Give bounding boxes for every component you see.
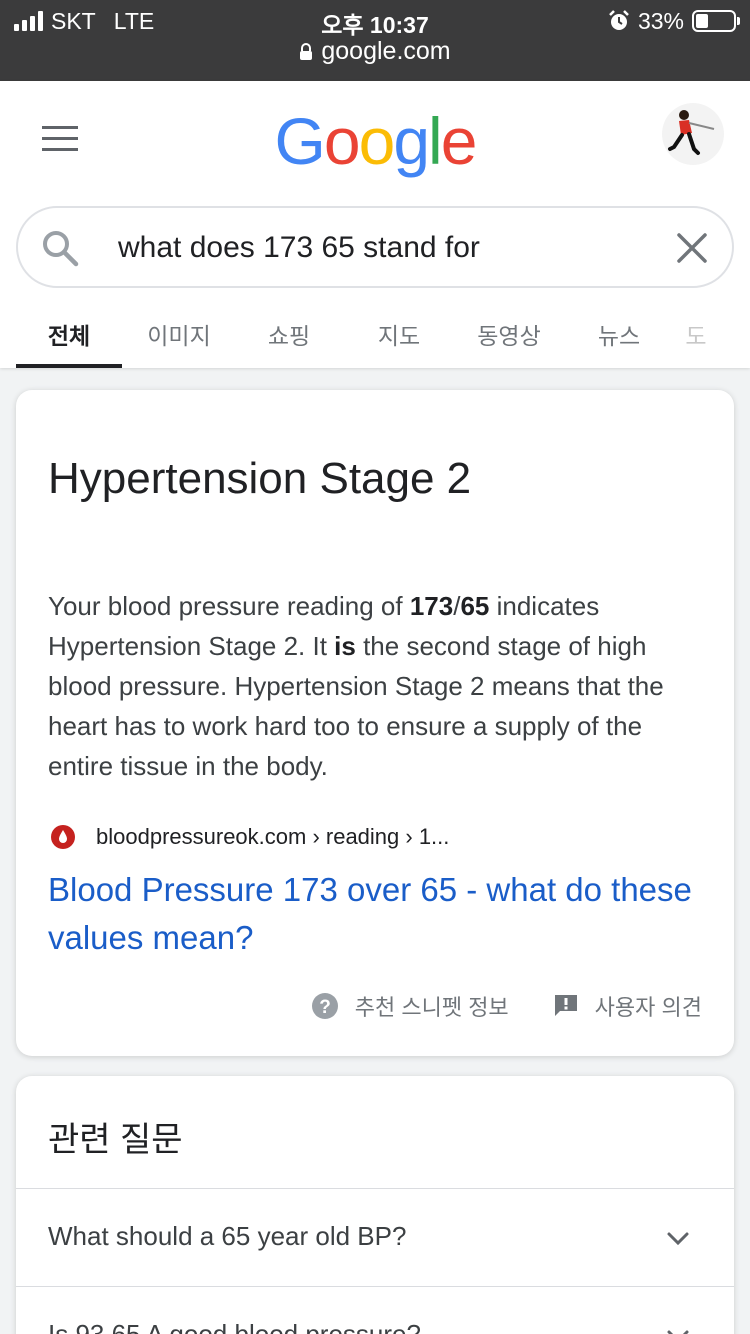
close-icon[interactable] bbox=[674, 230, 710, 266]
about-snippets-label: 추천 스니펫 정보 bbox=[354, 995, 509, 1020]
battery-percent: 33% bbox=[637, 7, 684, 34]
alarm-icon bbox=[609, 10, 629, 30]
feedback-label: 사용자 의견 bbox=[594, 995, 702, 1020]
snippet-footer: ? 추천 스니펫 정보 사용자 의견 bbox=[311, 990, 702, 1022]
search-input[interactable] bbox=[118, 226, 658, 270]
logo-letter: o bbox=[323, 104, 361, 178]
tab-news[interactable]: 뉴스 bbox=[566, 303, 672, 368]
snippet-bold-text: 173 bbox=[409, 591, 454, 621]
snippet-text: Your blood pressure reading of 173/65 in… bbox=[48, 586, 708, 786]
source-breadcrumb: bloodpressureok.com › reading › 1... bbox=[96, 824, 450, 849]
help-icon: ? bbox=[311, 993, 338, 1019]
tab-all[interactable]: 전체 bbox=[16, 303, 122, 368]
tab-maps[interactable]: 지도 bbox=[346, 303, 452, 368]
chevron-down-icon bbox=[667, 1330, 689, 1334]
search-tabs: 전체 이미지 쇼핑 지도 동영상 뉴스 도 bbox=[16, 303, 750, 368]
status-right: 33% bbox=[608, 6, 740, 36]
related-questions-card: 관련 질문 What should a 65 year old BP? Is 9… bbox=[16, 1076, 734, 1334]
related-question-item[interactable]: What should a 65 year old BP? bbox=[16, 1188, 734, 1286]
logo-letter: l bbox=[428, 104, 443, 178]
feedback-icon bbox=[554, 995, 577, 1016]
battery-icon bbox=[692, 10, 740, 32]
snippet-text-part: Your blood pressure reading of bbox=[48, 591, 410, 621]
url-text: google.com bbox=[321, 37, 451, 65]
tab-images[interactable]: 이미지 bbox=[126, 303, 232, 368]
logo-letter: g bbox=[393, 104, 430, 178]
logo-letter: G bbox=[274, 104, 326, 178]
about-snippets-button[interactable]: ? 추천 스니펫 정보 bbox=[311, 990, 509, 1022]
address-bar[interactable]: google.com bbox=[0, 37, 750, 66]
google-header: Google 전체 이미지 쇼핑 지도 동영상 뉴스 도 bbox=[0, 81, 750, 368]
search-box[interactable] bbox=[16, 206, 734, 288]
related-question-item[interactable]: Is 93 65 A good blood pressure? bbox=[16, 1286, 734, 1334]
tab-shopping[interactable]: 쇼핑 bbox=[236, 303, 342, 368]
logo-letter: o bbox=[358, 104, 396, 178]
featured-snippet-card: Hypertension Stage 2 Your blood pressure… bbox=[16, 390, 734, 1056]
result-title-link[interactable]: Blood Pressure 173 over 65 - what do the… bbox=[48, 866, 708, 962]
tab-videos[interactable]: 동영상 bbox=[456, 303, 562, 368]
chevron-down-icon bbox=[667, 1232, 689, 1246]
svg-text:?: ? bbox=[319, 997, 331, 1018]
blood-drop-icon bbox=[48, 822, 78, 852]
logo-letter: e bbox=[440, 104, 478, 178]
feedback-button[interactable]: 사용자 의견 bbox=[553, 990, 702, 1022]
avatar[interactable] bbox=[662, 103, 724, 165]
search-icon[interactable] bbox=[40, 228, 80, 268]
snippet-title: Hypertension Stage 2 bbox=[48, 454, 472, 503]
related-question-text: What should a 65 year old BP? bbox=[48, 1221, 407, 1251]
related-question-text: Is 93 65 A good blood pressure? bbox=[48, 1319, 421, 1334]
snippet-bold-text: is bbox=[334, 631, 356, 661]
snippet-bold-text: 65 bbox=[460, 591, 490, 621]
status-bar: SKT LTE 오후 10:37 33% google.com bbox=[0, 0, 750, 81]
golfer-avatar-icon bbox=[668, 110, 715, 155]
result-source[interactable]: bloodpressureok.com › reading › 1... bbox=[48, 822, 449, 852]
google-logo[interactable]: Google bbox=[0, 103, 750, 179]
related-questions-title: 관련 질문 bbox=[48, 1121, 183, 1159]
tab-books[interactable]: 도 bbox=[676, 303, 716, 368]
lock-icon bbox=[300, 42, 313, 60]
